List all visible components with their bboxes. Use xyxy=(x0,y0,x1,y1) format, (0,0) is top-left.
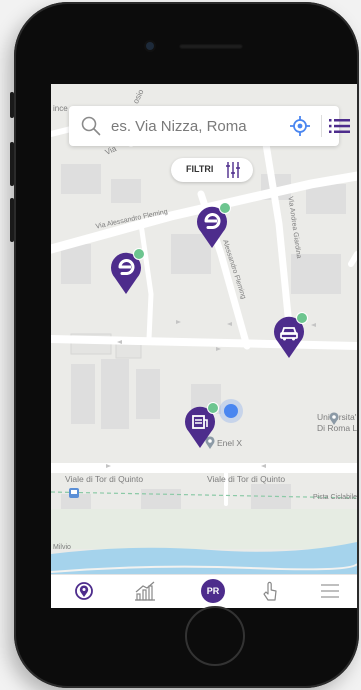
search-icon xyxy=(81,116,101,136)
app-screen: ince osio Via Via Alessandro Fleming Via… xyxy=(51,84,357,608)
bottom-tab-bar: PR xyxy=(51,574,357,608)
search-input[interactable] xyxy=(111,114,261,138)
touch-tab-icon xyxy=(263,581,277,601)
charging-station-pin[interactable] xyxy=(109,248,145,294)
earpiece-speaker xyxy=(179,44,243,49)
search-divider xyxy=(321,115,322,137)
station-pin[interactable] xyxy=(183,402,219,448)
tab-stats[interactable] xyxy=(119,575,171,608)
volume-down-button xyxy=(10,198,14,242)
charging-station-pin[interactable] xyxy=(195,202,231,248)
street-label: Viale di Tor di Quinto xyxy=(65,474,144,484)
mute-switch xyxy=(10,92,14,118)
availability-dot xyxy=(133,248,145,260)
street-label: Viale di Tor di Quinto xyxy=(207,474,286,484)
tab-touch[interactable] xyxy=(245,575,297,608)
front-camera xyxy=(146,42,154,50)
menu-tab-icon xyxy=(321,584,339,598)
university-poi-marker-icon[interactable] xyxy=(327,412,341,426)
street-label: Pista Ciclabile xyxy=(313,494,357,501)
phone-frame: ince osio Via Via Alessandro Fleming Via… xyxy=(10,2,359,688)
current-location-dot xyxy=(224,404,238,418)
filter-sliders-icon xyxy=(226,162,240,178)
volume-up-button xyxy=(10,142,14,186)
street-label: Milvio xyxy=(53,544,71,551)
availability-dot xyxy=(219,202,231,214)
stats-tab-icon xyxy=(135,581,155,601)
poi-label: Enel X xyxy=(217,438,243,448)
profile-avatar: PR xyxy=(201,579,225,603)
tab-profile[interactable]: PR xyxy=(187,575,239,608)
tab-menu[interactable] xyxy=(305,575,357,608)
filter-label: FILTRI xyxy=(186,164,214,174)
home-button[interactable] xyxy=(185,606,245,666)
map-tab-icon xyxy=(75,582,93,600)
search-bar xyxy=(69,106,350,146)
street-label: ince xyxy=(53,104,68,113)
availability-dot xyxy=(207,402,219,414)
filter-button[interactable]: FILTRI xyxy=(171,158,253,182)
bus-stop-icon xyxy=(69,488,79,498)
list-icon[interactable] xyxy=(325,115,353,137)
tab-map[interactable] xyxy=(59,575,111,608)
car-sharing-pin[interactable] xyxy=(272,312,308,358)
availability-dot xyxy=(296,312,308,324)
locate-icon[interactable] xyxy=(289,115,311,137)
